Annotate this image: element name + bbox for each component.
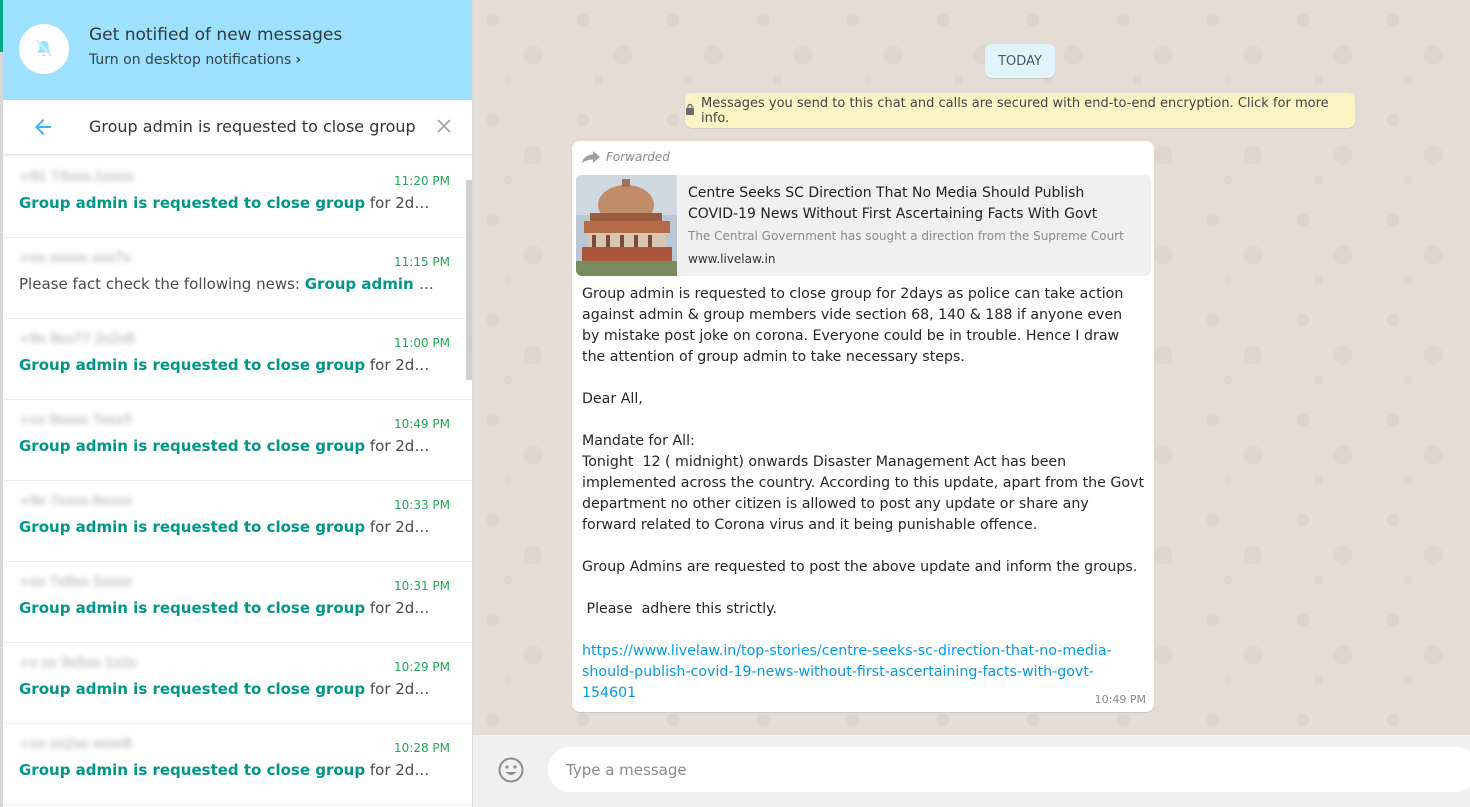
- result-time: 11:00 PM: [394, 336, 450, 350]
- contact-number: +9x 7xxxx 6xxxx: [19, 494, 133, 509]
- snippet-rest: for 2days as p...: [369, 437, 435, 455]
- snippet-highlight: Group admin is requested to close group: [19, 680, 366, 698]
- search-result-row[interactable]: +9x 9xx77 2x2x8 11:00 PM Group admin is re…: [3, 319, 472, 400]
- encryption-notice-text: Messages you send to this chat and calls…: [701, 95, 1329, 126]
- result-snippet: Group admin is requested to close group …: [19, 518, 435, 536]
- search-result-row[interactable]: +xx 9xxxx 7xxx5 10:49 PM Group admin is re…: [3, 400, 472, 481]
- close-icon[interactable]: [435, 117, 453, 135]
- result-snippet: Group admin is requested to close group …: [19, 356, 435, 374]
- back-arrow-icon[interactable]: [31, 115, 55, 139]
- result-snippet: Group admin is requested to close group …: [19, 437, 435, 455]
- notification-title: Get notified of new messages: [89, 25, 343, 45]
- result-snippet: Please fact check the following news: Gr…: [19, 275, 435, 293]
- smiley-icon[interactable]: [497, 756, 525, 784]
- snippet-highlight: Group admin is requested to close group: [19, 599, 366, 617]
- forwarded-text: Forwarded: [606, 150, 670, 164]
- snippet-rest: for 2days as p...: [369, 680, 435, 698]
- snippet-rest: for 2days as p...: [369, 356, 435, 374]
- message-bubble[interactable]: Forwarded Centre Seeks SC Direction That…: [572, 141, 1154, 712]
- search-bar: Group admin is requested to close group: [3, 100, 472, 155]
- search-result-row[interactable]: +xx xx2xx xxxx8 10:28 PM Group admin is re…: [3, 724, 472, 805]
- snippet-rest: for 2days as p...: [369, 599, 435, 617]
- snippet-highlight: Group admin is req...: [304, 275, 435, 293]
- message-input[interactable]: [548, 747, 1470, 792]
- notification-banner[interactable]: Get notified of new messages Turn on des…: [0, 0, 472, 100]
- contact-number: +xx 7x9xx 5xxxx: [19, 575, 133, 590]
- snippet-highlight: Group admin is requested to close group: [19, 194, 366, 212]
- snippet-rest: for 2days as p...: [369, 761, 435, 779]
- result-time: 10:29 PM: [394, 660, 450, 674]
- message-text: Group admin is requested to close group …: [582, 286, 1145, 617]
- contact-number: +x xx 9x5xx 1x2x: [19, 656, 137, 671]
- link-preview-description: The Central Government has sought a dire…: [688, 229, 1124, 243]
- result-time: 10:49 PM: [394, 417, 450, 431]
- snippet-highlight: Group admin is requested to close group: [19, 518, 366, 536]
- contact-number: +9x 9xx77 2x2x8: [19, 332, 135, 347]
- lock-icon: [685, 103, 695, 119]
- snippet-highlight: Group admin is requested to close group: [19, 356, 366, 374]
- message-composer: [473, 735, 1470, 807]
- chat-pane: TODAY Messages you send to this chat and…: [473, 0, 1470, 807]
- contact-number: +xx 9xxxx 7xxx5: [19, 413, 133, 428]
- search-result-row[interactable]: +xx 7x9xx 5xxxx 10:31 PM Group admin is re…: [3, 562, 472, 643]
- snippet-highlight: Group admin is requested to close group: [19, 761, 366, 779]
- snippet-highlight: Group admin is requested to close group: [19, 437, 366, 455]
- link-preview[interactable]: Centre Seeks SC Direction That No Media …: [576, 175, 1151, 276]
- message-timestamp: 10:49 PM: [1094, 693, 1146, 706]
- link-preview-domain: www.livelaw.in: [688, 252, 776, 266]
- message-link[interactable]: https://www.livelaw.in/top-stories/centr…: [582, 641, 1142, 704]
- bell-off-icon: [19, 24, 69, 74]
- chevron-right-icon: ›: [295, 52, 302, 68]
- left-pane: Get notified of new messages Turn on des…: [0, 0, 473, 807]
- snippet-rest: for 2days as p...: [369, 518, 435, 536]
- result-snippet: Group admin is requested to close group …: [19, 194, 435, 212]
- result-snippet: Group admin is requested to close group …: [19, 761, 435, 779]
- result-snippet: Group admin is requested to close group …: [19, 680, 435, 698]
- snippet-prefix: Please fact check the following news:: [19, 275, 305, 293]
- contact-number: +91 73xxx-1xxxx: [19, 170, 134, 185]
- result-time: 11:20 PM: [394, 174, 450, 188]
- search-results-list: +91 73xxx-1xxxx 11:20 PM Group admin is re…: [3, 157, 472, 807]
- result-time: 11:15 PM: [394, 255, 450, 269]
- forwarded-label: Forwarded: [582, 150, 670, 164]
- search-result-row[interactable]: +x xx 9x5xx 1x2x 10:29 PM Group admin is r…: [3, 643, 472, 724]
- enable-notifications-link[interactable]: Turn on desktop notifications ›: [89, 52, 301, 68]
- result-time: 10:31 PM: [394, 579, 450, 593]
- link-preview-thumbnail: [576, 175, 677, 276]
- result-time: 10:28 PM: [394, 741, 450, 755]
- result-snippet: Group admin is requested to close group …: [19, 599, 435, 617]
- link-preview-title: Centre Seeks SC Direction That No Media …: [688, 185, 1098, 222]
- search-result-row[interactable]: +91 73xxx-1xxxx 11:20 PM Group admin is re…: [3, 157, 472, 238]
- encryption-notice[interactable]: Messages you send to this chat and calls…: [685, 93, 1355, 128]
- date-chip: TODAY: [985, 44, 1055, 78]
- search-input[interactable]: Group admin is requested to close group: [89, 117, 416, 136]
- forward-icon: [582, 151, 600, 163]
- contact-number: +xx xxxxx xxx7x: [19, 251, 132, 266]
- snippet-rest: for 2days as p...: [369, 194, 435, 212]
- search-result-row[interactable]: +9x 7xxxx 6xxxx 10:33 PM Group admin is re…: [3, 481, 472, 562]
- result-time: 10:33 PM: [394, 498, 450, 512]
- contact-number: +xx xx2xx xxxx8: [19, 737, 132, 752]
- results-scrollbar[interactable]: [466, 180, 472, 380]
- search-result-row[interactable]: +xx xxxxx xxx7x 11:15 PM Please fact check…: [3, 238, 472, 319]
- enable-notifications-label: Turn on desktop notifications: [89, 52, 292, 68]
